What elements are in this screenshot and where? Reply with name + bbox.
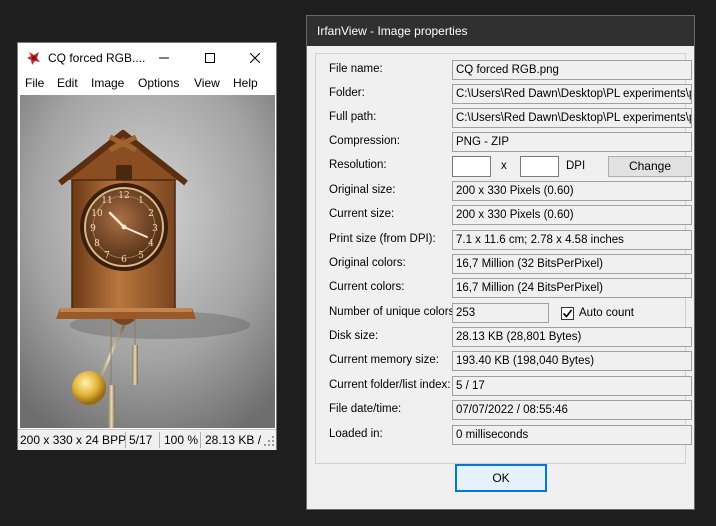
checkmark-icon: [562, 309, 573, 318]
auto-count-label[interactable]: Auto count: [579, 307, 634, 319]
value-compression[interactable]: PNG - ZIP: [452, 132, 692, 152]
irfanview-app-icon: [27, 52, 40, 65]
value-loaded-in[interactable]: 0 milliseconds: [452, 425, 692, 445]
value-memory-size[interactable]: 193.40 KB (198,040 Bytes): [452, 351, 692, 371]
value-current-size[interactable]: 200 x 330 Pixels (0.60): [452, 205, 692, 225]
close-icon: [250, 53, 260, 63]
svg-text:6: 6: [121, 255, 127, 265]
label-file-datetime: File date/time:: [329, 403, 402, 415]
label-compression: Compression:: [329, 135, 400, 147]
status-dimensions: 200 x 330 x 24 BPP: [20, 433, 127, 447]
value-current-colors[interactable]: 16,7 Million (24 BitsPerPixel): [452, 278, 692, 298]
svg-text:10: 10: [91, 209, 103, 219]
value-disk-size[interactable]: 28.13 KB (28,801 Bytes): [452, 327, 692, 347]
menu-view[interactable]: View: [194, 76, 220, 90]
value-folder[interactable]: C:\Users\Red Dawn\Desktop\PL experiments…: [452, 84, 692, 104]
viewer-window: CQ forced RGB.... File Edit Image Option…: [17, 42, 277, 450]
svg-text:1: 1: [138, 196, 144, 206]
minimize-icon: [159, 57, 169, 59]
svg-text:3: 3: [152, 224, 158, 234]
value-file-datetime[interactable]: 07/07/2022 / 08:55:46: [452, 400, 692, 420]
menu-edit[interactable]: Edit: [57, 76, 78, 90]
menu-file[interactable]: File: [25, 76, 44, 90]
svg-text:5: 5: [138, 251, 144, 261]
value-original-colors[interactable]: 16,7 Million (32 BitsPerPixel): [452, 254, 692, 274]
resolution-x-input[interactable]: [452, 156, 491, 177]
label-original-size: Original size:: [329, 184, 396, 196]
dialog-title-bar[interactable]: IrfanView - Image properties: [307, 16, 694, 46]
menu-help[interactable]: Help: [233, 76, 258, 90]
svg-text:9: 9: [90, 224, 96, 234]
label-folder-index: Current folder/list index:: [329, 379, 451, 391]
label-memory-size: Current memory size:: [329, 354, 439, 366]
viewer-title: CQ forced RGB....: [48, 51, 146, 65]
maximize-button[interactable]: [187, 43, 233, 73]
resolution-x-separator: x: [501, 160, 507, 172]
cuckoo-clock-image: 12 1 2 3 4 5 6 7 8 9 10 11: [20, 95, 275, 428]
image-canvas[interactable]: 12 1 2 3 4 5 6 7 8 9 10 11: [20, 95, 275, 428]
value-folder-index[interactable]: 5 / 17: [452, 376, 692, 396]
value-print-size[interactable]: 7.1 x 11.6 cm; 2.78 x 4.58 inches: [452, 230, 692, 250]
status-separator: [200, 432, 201, 448]
svg-text:4: 4: [148, 239, 154, 249]
image-properties-dialog: IrfanView - Image properties File name: …: [306, 15, 695, 510]
label-current-colors: Current colors:: [329, 281, 405, 293]
menu-image[interactable]: Image: [91, 76, 124, 90]
close-button[interactable]: [232, 43, 278, 73]
svg-text:12: 12: [118, 191, 129, 201]
dialog-title: IrfanView - Image properties: [317, 24, 468, 38]
maximize-icon: [205, 53, 215, 63]
status-filesize: 28.13 KB /: [205, 433, 262, 447]
properties-panel: File name: CQ forced RGB.png Folder: C:\…: [315, 53, 692, 464]
label-original-colors: Original colors:: [329, 257, 406, 269]
status-separator: [125, 432, 126, 448]
value-unique-colors[interactable]: 253: [452, 303, 549, 323]
viewer-status-bar: 200 x 330 x 24 BPP 5/17 100 % 28.13 KB /: [18, 429, 276, 450]
change-resolution-button[interactable]: Change: [608, 156, 692, 177]
viewer-title-bar[interactable]: CQ forced RGB....: [18, 43, 276, 73]
label-full-path: Full path:: [329, 111, 377, 123]
label-current-size: Current size:: [329, 208, 395, 220]
menu-options[interactable]: Options: [138, 76, 179, 90]
label-disk-size: Disk size:: [329, 330, 379, 342]
label-folder: Folder:: [329, 87, 365, 99]
label-print-size: Print size (from DPI):: [329, 233, 436, 245]
label-resolution: Resolution:: [329, 159, 387, 171]
value-original-size[interactable]: 200 x 330 Pixels (0.60): [452, 181, 692, 201]
status-index: 5/17: [129, 433, 153, 447]
label-file-name: File name:: [329, 63, 383, 75]
value-file-name[interactable]: CQ forced RGB.png: [452, 60, 692, 80]
label-loaded-in: Loaded in:: [329, 428, 383, 440]
resize-grip-icon[interactable]: [264, 436, 275, 447]
svg-text:11: 11: [101, 196, 112, 206]
value-full-path[interactable]: C:\Users\Red Dawn\Desktop\PL experiments…: [452, 108, 692, 128]
ok-button[interactable]: OK: [455, 464, 547, 492]
minimize-button[interactable]: [141, 43, 187, 73]
resolution-unit: DPI: [566, 160, 586, 172]
resolution-y-input[interactable]: [520, 156, 559, 177]
status-separator: [159, 432, 160, 448]
svg-text:2: 2: [148, 209, 154, 219]
auto-count-checkbox[interactable]: [561, 307, 574, 320]
label-unique-colors: Number of unique colors:: [329, 306, 458, 318]
svg-text:7: 7: [104, 251, 110, 261]
svg-text:8: 8: [94, 239, 100, 249]
viewer-menu-bar: File Edit Image Options View Help: [18, 73, 276, 93]
status-zoom: 100 %: [164, 433, 199, 447]
